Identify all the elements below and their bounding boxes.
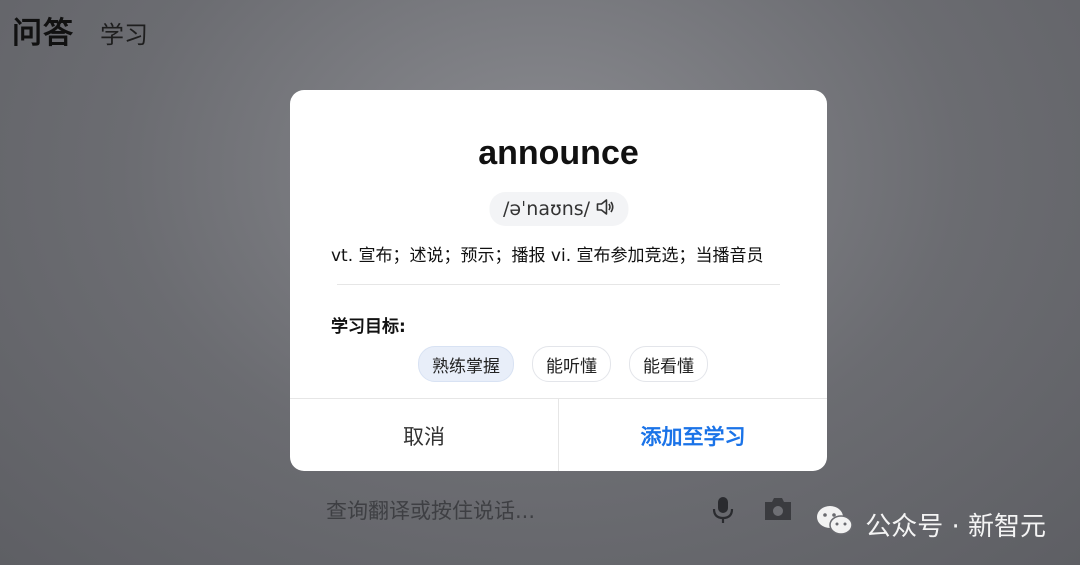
add-to-study-button[interactable]: 添加至学习 (559, 399, 827, 471)
word-title: announce (478, 134, 639, 172)
mic-icon[interactable] (712, 496, 734, 528)
word-definition: vt. 宣布；述说；预示；播报 vi. 宣布参加竞选；当播音员 (331, 246, 764, 266)
cancel-button[interactable]: 取消 (290, 399, 559, 471)
goal-options: 熟练掌握 能听懂 能看懂 (418, 346, 708, 382)
top-tabs: 问答 学习 (12, 8, 148, 52)
wechat-icon (815, 504, 855, 545)
goal-option-listen[interactable]: 能听懂 (532, 346, 611, 382)
goal-option-read[interactable]: 能看懂 (629, 346, 708, 382)
camera-icon[interactable] (762, 496, 794, 526)
phonetic-text: /əˈnaʊns/ (502, 198, 591, 220)
speaker-icon[interactable] (596, 198, 614, 220)
tab-qa[interactable]: 问答 (12, 8, 74, 52)
watermark: 公众号 · 新智元 (815, 504, 1046, 545)
phonetic-pill[interactable]: /əˈnaʊns/ (488, 192, 629, 226)
query-input-placeholder[interactable]: 查询翻译或按住说话... (326, 495, 535, 525)
watermark-text: 公众号 · 新智元 (865, 512, 1046, 542)
dialog-actions: 取消 添加至学习 (290, 398, 827, 471)
divider (337, 284, 780, 285)
goal-option-master[interactable]: 熟练掌握 (418, 346, 514, 382)
tab-study[interactable]: 学习 (100, 15, 148, 50)
goal-label: 学习目标: (331, 317, 406, 337)
add-word-dialog: announce /əˈnaʊns/ vt. 宣布；述说；预示；播报 vi. 宣… (290, 90, 827, 471)
query-input-bar[interactable]: 查询翻译或按住说话... (326, 490, 826, 530)
